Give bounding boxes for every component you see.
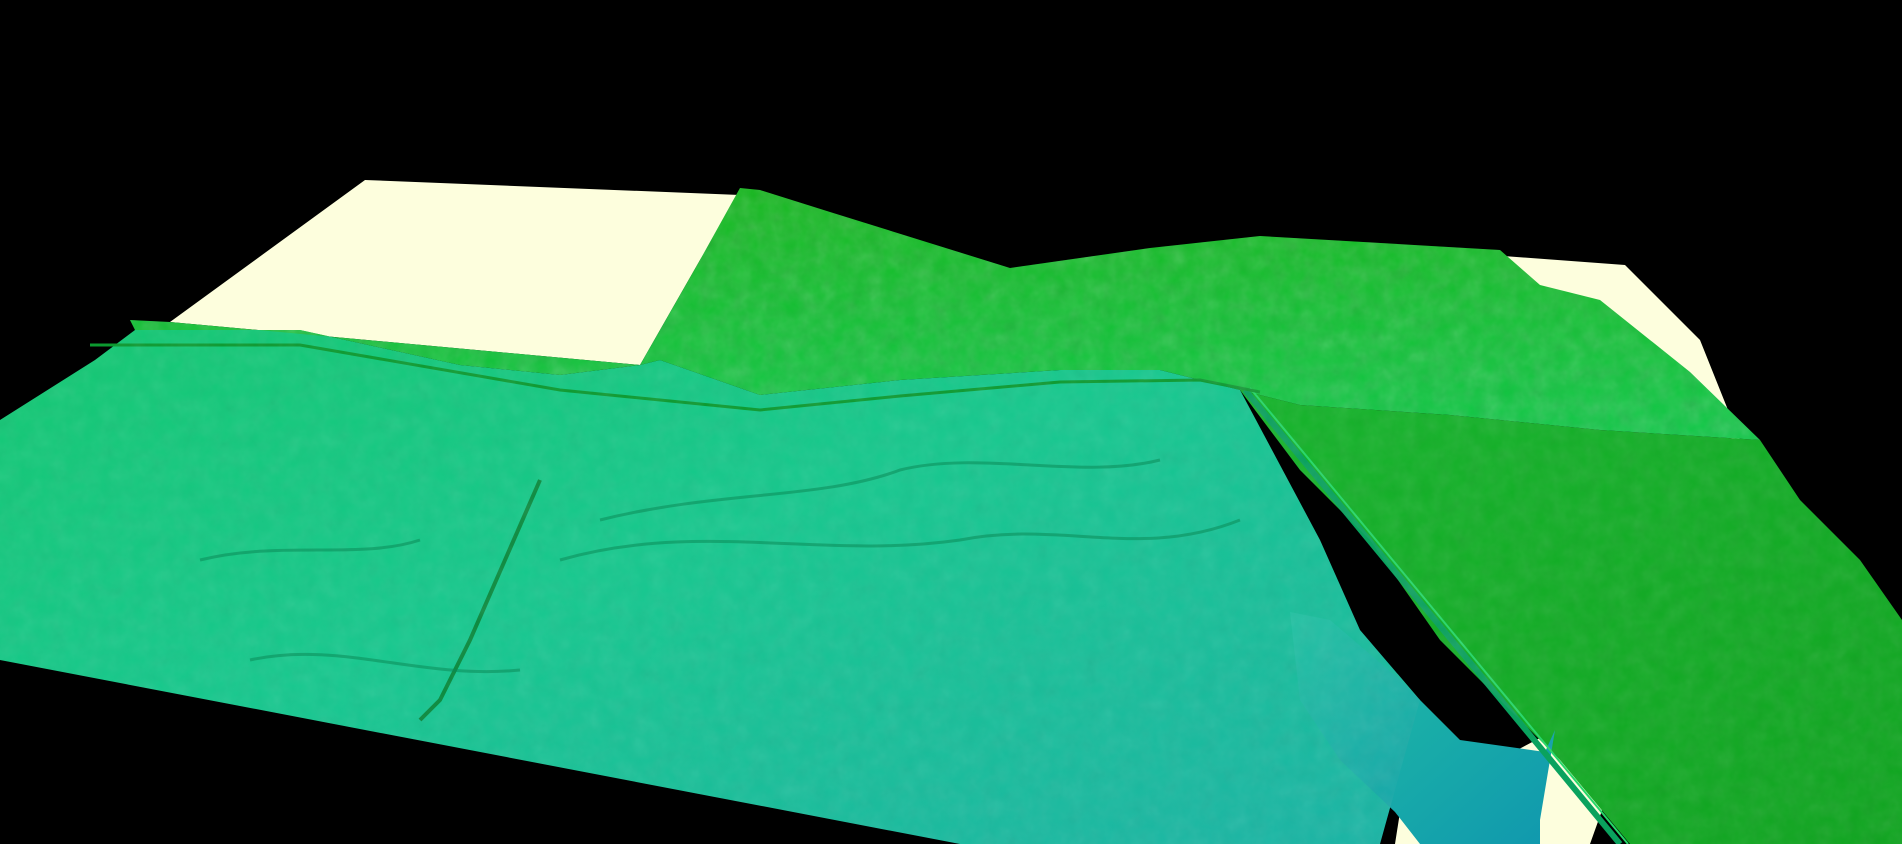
terrain-3d-view[interactable]: [0, 0, 1902, 844]
relief-texture-plain: [0, 330, 1420, 844]
map-viewport[interactable]: [0, 0, 1902, 844]
